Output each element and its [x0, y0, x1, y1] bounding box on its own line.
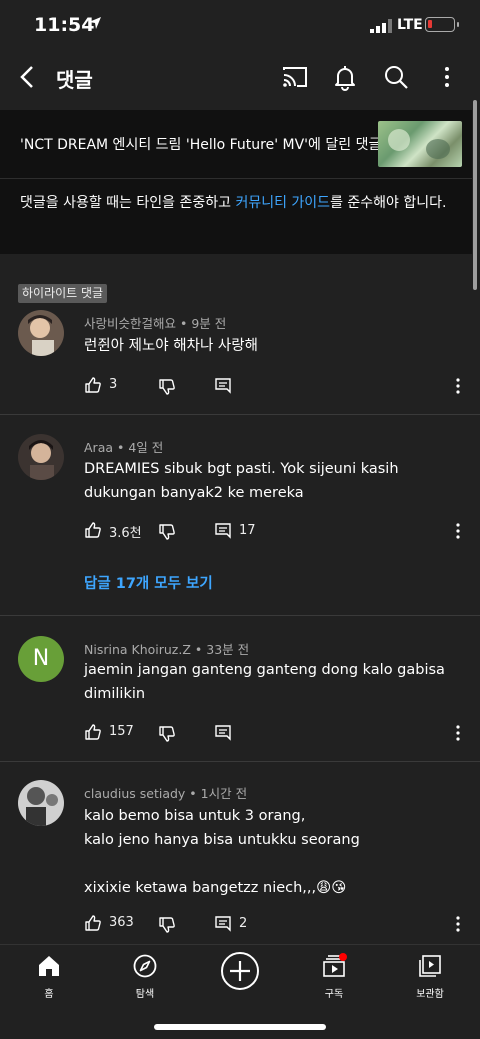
- bell-icon[interactable]: [330, 62, 360, 92]
- nav-explore[interactable]: 탐색: [110, 953, 180, 1000]
- comment-author[interactable]: claudius setiady: [84, 786, 185, 801]
- avatar[interactable]: [18, 434, 64, 480]
- comment-more-icon[interactable]: [452, 723, 464, 743]
- comment-meta: Araa • 4일 전: [84, 437, 163, 456]
- nav-subscriptions-label: 구독: [324, 989, 344, 1000]
- comment-text: kalo bemo bisa untuk 3 orang, kalo jeno …: [84, 808, 360, 896]
- nav-library[interactable]: 보관함: [395, 953, 465, 1000]
- comment-more-icon[interactable]: [452, 376, 464, 396]
- home-indicator: [154, 1024, 326, 1030]
- thumbs-down-icon[interactable]: [158, 725, 176, 743]
- comment-time: • 9분 전: [180, 316, 227, 331]
- status-bar: 11:54 LTE: [0, 0, 480, 52]
- search-icon[interactable]: [381, 62, 411, 92]
- comment-author[interactable]: Nisrina Khoiruz.Z: [84, 642, 191, 657]
- community-guide-notice: 댓글을 사용할 때는 타인을 존중하고 커뮤니티 가이드를 준수해야 합니다.: [20, 192, 464, 214]
- reply-count: 2: [239, 916, 248, 931]
- reply-icon[interactable]: [214, 915, 232, 933]
- comment-more-icon[interactable]: [452, 914, 464, 934]
- reply-icon[interactable]: [214, 724, 232, 742]
- divider: [0, 178, 472, 179]
- comment-meta: claudius setiady • 1시간 전: [84, 783, 247, 802]
- like-count: 363: [109, 915, 134, 930]
- comment-author[interactable]: 사랑비슷한걸해요: [84, 316, 176, 331]
- avatar-letter: N: [32, 646, 50, 671]
- page-title: 댓글: [56, 68, 93, 92]
- divider: [0, 414, 480, 415]
- nav-library-label: 보관함: [416, 989, 444, 1000]
- avatar[interactable]: [18, 780, 64, 826]
- comment-text: DREAMIES sibuk bgt pasti. Yok sijeuni ka…: [84, 461, 399, 501]
- highlight-comment-badge: 하이라이트 댓글: [18, 284, 108, 303]
- thumbs-down-icon[interactable]: [158, 523, 176, 541]
- home-icon: [39, 956, 59, 976]
- subscriptions-icon: [323, 953, 347, 977]
- avatar[interactable]: [18, 310, 64, 356]
- battery-icon: [425, 17, 459, 32]
- comment-meta: 사랑비슷한걸해요 • 9분 전: [84, 313, 226, 332]
- like-count: 157: [109, 724, 134, 739]
- view-replies-link[interactable]: 답글 17개 모두 보기: [84, 572, 213, 593]
- nav-home-label: 홈: [44, 989, 54, 1000]
- signal-icon: [370, 19, 392, 33]
- comment-text: 런쥔아 제노야 해차나 사랑해: [84, 338, 258, 354]
- guide-text-before: 댓글을 사용할 때는 타인을 존중하고: [20, 195, 236, 211]
- nav-subscriptions[interactable]: 구독: [299, 953, 369, 1000]
- network-label: LTE: [397, 17, 423, 33]
- cast-icon[interactable]: [280, 62, 310, 92]
- like-count: 3: [109, 377, 118, 392]
- video-info-panel: 'NCT DREAM 엔시티 드림 'Hello Future' MV'에 달린…: [0, 110, 472, 254]
- location-arrow-icon: [89, 17, 101, 29]
- reply-icon[interactable]: [214, 377, 232, 395]
- comment-time: • 4일 전: [117, 440, 164, 455]
- comment-time: • 33분 전: [194, 642, 250, 657]
- comment-text: jaemin jangan ganteng ganteng dong kalo …: [84, 662, 445, 702]
- comment-time: • 1시간 전: [189, 786, 248, 801]
- thumbs-up-icon[interactable]: [84, 914, 102, 932]
- comment-meta: Nisrina Khoiruz.Z • 33분 전: [84, 639, 249, 658]
- compass-icon: [133, 954, 157, 978]
- divider: [0, 761, 480, 762]
- thumbs-up-icon[interactable]: [84, 376, 102, 394]
- thumbs-down-icon[interactable]: [158, 378, 176, 396]
- comment-author[interactable]: Araa: [84, 440, 113, 455]
- like-count: 3.6천: [109, 526, 142, 541]
- video-title[interactable]: 'NCT DREAM 엔시티 드림 'Hello Future' MV'에 달린…: [20, 134, 381, 154]
- create-plus-icon[interactable]: [220, 951, 260, 991]
- scrollbar[interactable]: [473, 100, 477, 290]
- library-icon: [419, 955, 441, 977]
- more-vertical-icon[interactable]: [432, 62, 462, 92]
- back-arrow-icon[interactable]: [14, 62, 42, 92]
- thumbs-up-icon[interactable]: [84, 521, 102, 539]
- nav-explore-label: 탐색: [135, 989, 155, 1000]
- status-time: 11:54: [34, 14, 95, 36]
- divider: [0, 615, 480, 616]
- guide-text-after: 를 준수해야 합니다.: [330, 195, 447, 211]
- thumbs-up-icon[interactable]: [84, 723, 102, 741]
- thumbs-down-icon[interactable]: [158, 916, 176, 934]
- reply-count: 17: [239, 523, 256, 538]
- video-thumbnail[interactable]: [378, 121, 462, 167]
- community-guidelines-link[interactable]: 커뮤니티 가이드: [235, 195, 330, 211]
- nav-home[interactable]: 홈: [14, 953, 84, 1000]
- comment-more-icon[interactable]: [452, 521, 464, 541]
- avatar[interactable]: N: [18, 636, 64, 682]
- reply-icon[interactable]: [214, 522, 232, 540]
- app-header: 댓글: [0, 52, 480, 102]
